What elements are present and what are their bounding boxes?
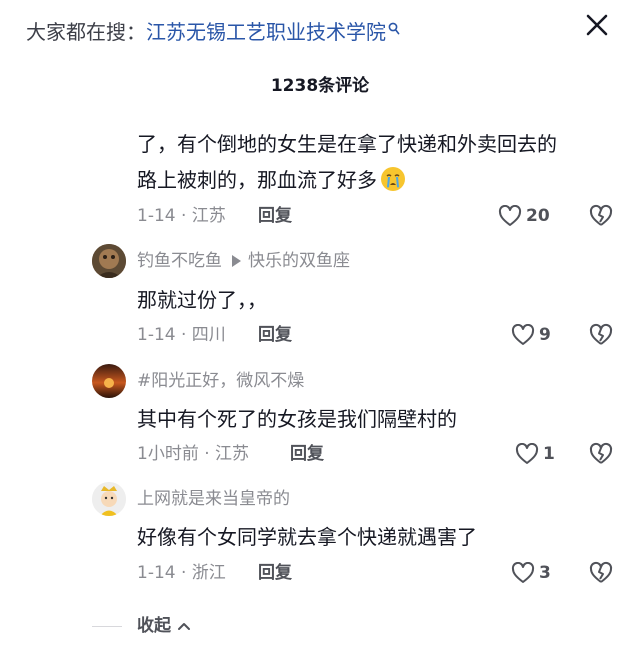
collapse-label: 收起 — [137, 616, 171, 636]
comment-meta: 1小时前 · 江苏 — [137, 444, 250, 464]
avatar-image — [92, 364, 126, 398]
reply-to-arrow-icon — [232, 255, 241, 267]
reply-button[interactable]: 回复 — [290, 442, 324, 466]
comment-meta: 1-14 · 浙江 — [137, 563, 226, 583]
comment-username[interactable]: #阳光正好，微风不燥 — [137, 368, 304, 394]
comment-username-line: 钓鱼不吃鱼 快乐的双鱼座 — [137, 248, 350, 274]
comment-username[interactable]: 上网就是来当皇帝的 — [137, 486, 290, 512]
collapse-divider — [92, 626, 122, 627]
comment-text: 那就过份了，， — [137, 288, 267, 312]
like-count: 3 — [539, 563, 551, 583]
reply-button[interactable]: 回复 — [258, 204, 292, 228]
search-icon — [388, 22, 400, 35]
heart-icon — [511, 562, 535, 583]
comment-text-line-with-emoji: 路上被刺的，那血流了好多 — [137, 163, 406, 197]
avatar[interactable] — [92, 364, 126, 398]
reply-button[interactable]: 回复 — [258, 561, 292, 585]
heart-icon — [498, 205, 522, 226]
like-count: 1 — [543, 444, 555, 464]
comment-text: 其中有个死了的女孩是我们隔壁村的 — [137, 407, 457, 431]
crying-face-icon — [381, 167, 405, 191]
like-count: 20 — [526, 206, 550, 226]
heart-icon — [515, 443, 539, 464]
chevron-up-icon — [178, 623, 190, 630]
comment-meta: 1-14 · 江苏 — [137, 206, 226, 226]
broken-heart-icon[interactable] — [588, 322, 614, 348]
like-button[interactable]: 3 — [511, 560, 551, 586]
like-button[interactable]: 9 — [511, 322, 551, 348]
avatar-image — [92, 482, 126, 516]
reply-to-username[interactable]: 快乐的双鱼座 — [248, 251, 350, 271]
heart-icon — [511, 324, 535, 345]
like-count: 9 — [539, 325, 551, 345]
like-button[interactable]: 20 — [498, 203, 550, 229]
avatar-image — [92, 244, 126, 278]
reply-button[interactable]: 回复 — [258, 323, 292, 347]
broken-heart-icon[interactable] — [588, 441, 614, 467]
search-suggestion-prefix: 大家都在搜： — [26, 20, 146, 44]
comment-text-line: 路上被刺的，那血流了好多 — [137, 168, 377, 192]
search-suggestion-term[interactable]: 江苏无锡工艺职业技术学院 — [146, 20, 386, 44]
broken-heart-icon[interactable] — [588, 560, 614, 586]
avatar[interactable] — [92, 482, 126, 516]
comment-text: 好像有个女同学就去拿个快递就遇害了 — [137, 525, 477, 549]
avatar[interactable] — [92, 244, 126, 278]
comment-text-line: 了，有个倒地的女生是在拿了快递和外卖回去的 — [137, 132, 557, 156]
comment-username[interactable]: 钓鱼不吃鱼 — [137, 251, 222, 271]
like-button[interactable]: 1 — [515, 441, 555, 467]
collapse-replies-button[interactable]: 收起 — [137, 614, 191, 638]
search-suggestion[interactable]: 大家都在搜：江苏无锡工艺职业技术学院 — [26, 14, 400, 50]
close-icon[interactable] — [580, 8, 614, 42]
broken-heart-icon[interactable] — [588, 203, 614, 229]
comment-count: 1238条评论 — [270, 76, 370, 96]
comment-meta: 1-14 · 四川 — [137, 325, 226, 345]
